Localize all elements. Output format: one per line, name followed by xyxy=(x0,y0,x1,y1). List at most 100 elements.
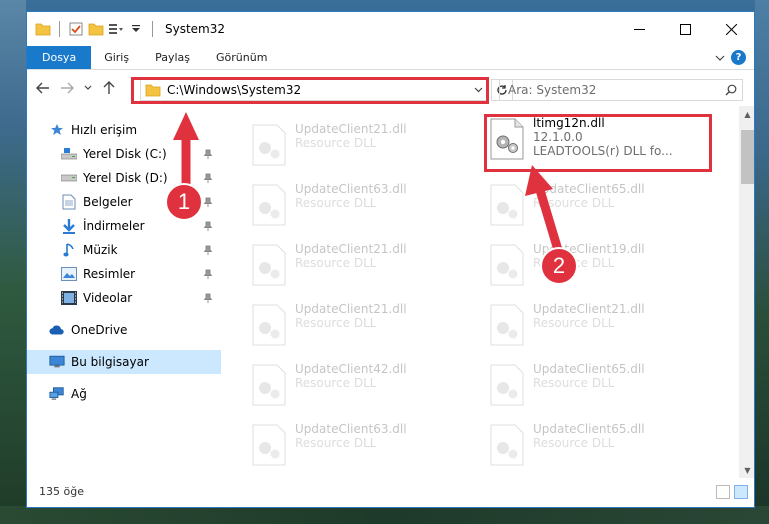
file-tile[interactable]: UpdateClient65.dll Resource DLL xyxy=(489,420,719,470)
item-count: 135 öğe xyxy=(39,485,84,498)
forward-button[interactable] xyxy=(57,77,77,99)
pin-icon xyxy=(203,293,213,303)
sidebar-item-label: Ağ xyxy=(71,387,87,401)
up-button[interactable] xyxy=(99,77,119,99)
properties-icon[interactable] xyxy=(68,21,84,37)
sidebar-item-label: Yerel Disk (C:) xyxy=(83,147,167,161)
file-type: Resource DLL xyxy=(533,376,615,390)
chevron-down-icon xyxy=(84,85,92,90)
arrow-left-icon xyxy=(36,82,49,94)
download-icon xyxy=(61,218,77,234)
sidebar-item-pictures[interactable]: Resimler xyxy=(27,262,221,286)
close-icon xyxy=(725,23,737,35)
recent-locations-button[interactable] xyxy=(81,77,95,99)
quick-access-toolbar: System32 xyxy=(27,12,225,46)
file-name: UpdateClient63.dll xyxy=(295,182,407,196)
sidebar-item-music[interactable]: Müzik xyxy=(27,238,221,262)
file-type: Resource DLL xyxy=(295,436,377,450)
file-tile[interactable]: UpdateClient65.dll Resource DLL xyxy=(489,180,719,230)
sidebar-item-local-disk-c[interactable]: Yerel Disk (C:) xyxy=(27,142,221,166)
music-note-icon xyxy=(61,242,77,258)
sidebar-item-onedrive[interactable]: OneDrive xyxy=(27,318,221,342)
sidebar-item-label: Yerel Disk (D:) xyxy=(83,171,168,185)
sidebar-item-this-pc[interactable]: Bu bilgisayar xyxy=(27,350,221,374)
status-bar: 135 öğe xyxy=(27,476,754,507)
tab-view[interactable]: Görünüm xyxy=(203,46,280,69)
file-tile[interactable]: UpdateClient19.dllResource DLL xyxy=(489,240,719,290)
film-icon xyxy=(61,290,77,306)
dropdown-arrow-icon[interactable] xyxy=(128,21,144,37)
file-name: UpdateClient21.dll xyxy=(533,302,645,316)
close-button[interactable] xyxy=(708,12,754,46)
step-badge-1: 1 xyxy=(165,183,203,221)
file-type: Resource DLL xyxy=(533,316,615,330)
sidebar-item-label: Videolar xyxy=(83,291,133,305)
file-type: Resource DLL xyxy=(295,256,377,270)
title-bar: System32 xyxy=(27,12,754,46)
sidebar-item-quick-access[interactable]: Hızlı erişim xyxy=(27,118,221,142)
arrow-right-icon xyxy=(61,82,74,94)
file-type: Resource DLL xyxy=(295,196,377,210)
file-tile[interactable]: UpdateClient42.dll Resource DLL xyxy=(251,360,481,410)
file-tile[interactable]: UpdateClient21.dll Resource DLL xyxy=(251,300,481,350)
sidebar-item-network[interactable]: Ağ xyxy=(27,382,221,406)
help-icon[interactable]: ? xyxy=(731,50,746,65)
vertical-scrollbar[interactable]: ▲ ▼ xyxy=(739,106,754,478)
large-icons-view-icon[interactable] xyxy=(734,484,748,499)
file-name: UpdateClient63.dll xyxy=(295,422,407,436)
scroll-up-icon[interactable]: ▲ xyxy=(739,106,754,122)
title-divider xyxy=(152,21,153,37)
tab-home[interactable]: Giriş xyxy=(91,46,142,69)
maximize-button[interactable] xyxy=(662,12,708,46)
document-icon xyxy=(61,194,77,210)
file-type: Resource DLL xyxy=(533,196,615,210)
pin-icon xyxy=(203,245,213,255)
dll-file-icon xyxy=(252,184,286,226)
file-tile[interactable]: UpdateClient63.dll Resource DLL xyxy=(251,420,481,470)
details-view-icon[interactable] xyxy=(716,484,730,499)
file-tile[interactable]: UpdateClient21.dll Resource DLL xyxy=(251,120,481,170)
folder-icon xyxy=(35,21,51,37)
sidebar-item-videos[interactable]: Videolar xyxy=(27,286,221,310)
search-icon[interactable] xyxy=(720,84,742,96)
drive-icon xyxy=(61,170,77,186)
sidebar-item-label: Bu bilgisayar xyxy=(71,355,149,369)
scroll-thumb[interactable] xyxy=(741,130,754,184)
dll-file-icon xyxy=(490,364,524,406)
search-box[interactable]: Ara: System32 xyxy=(499,79,743,101)
file-tile[interactable]: UpdateClient65.dll Resource DLL xyxy=(489,360,719,410)
pin-icon xyxy=(203,221,213,231)
minimize-icon xyxy=(633,28,645,30)
file-tile[interactable]: UpdateClient21.dll Resource DLL xyxy=(489,300,719,350)
new-folder-icon[interactable] xyxy=(88,21,104,37)
customize-qat-icon[interactable] xyxy=(108,21,124,37)
back-button[interactable] xyxy=(33,77,53,99)
pictures-icon xyxy=(61,266,77,282)
file-tile[interactable]: UpdateClient63.dll Resource DLL xyxy=(251,180,481,230)
address-highlight-box xyxy=(131,77,489,104)
minimize-button[interactable] xyxy=(616,12,662,46)
dll-file-icon xyxy=(252,364,286,406)
view-toggle xyxy=(716,484,754,499)
tab-file[interactable]: Dosya xyxy=(27,46,92,69)
file-tile[interactable]: UpdateClient21.dll Resource DLL xyxy=(251,240,481,290)
cloud-icon xyxy=(49,322,65,338)
file-type: Resource DLL xyxy=(533,436,615,450)
expand-ribbon-icon[interactable] xyxy=(715,51,725,65)
computer-icon xyxy=(49,354,65,370)
pin-icon xyxy=(203,173,213,183)
file-name: UpdateClient21.dll xyxy=(295,302,407,316)
star-icon xyxy=(49,122,65,138)
file-name: UpdateClient21.dll xyxy=(295,242,407,256)
ribbon-right-controls: ? xyxy=(715,46,754,69)
file-type: Resource DLL xyxy=(295,316,377,330)
navigation-pane: Hızlı erişim Yerel Disk (C:) Yerel Disk … xyxy=(27,106,221,478)
file-type: Resource DLL xyxy=(295,376,377,390)
network-icon xyxy=(49,386,65,402)
dll-file-icon xyxy=(490,184,524,226)
tab-share[interactable]: Paylaş xyxy=(142,46,203,69)
window-title: System32 xyxy=(165,22,226,36)
sidebar-item-label: İndirmeler xyxy=(83,219,145,233)
sidebar-item-label: Resimler xyxy=(83,267,136,281)
drive-icon xyxy=(61,146,77,162)
